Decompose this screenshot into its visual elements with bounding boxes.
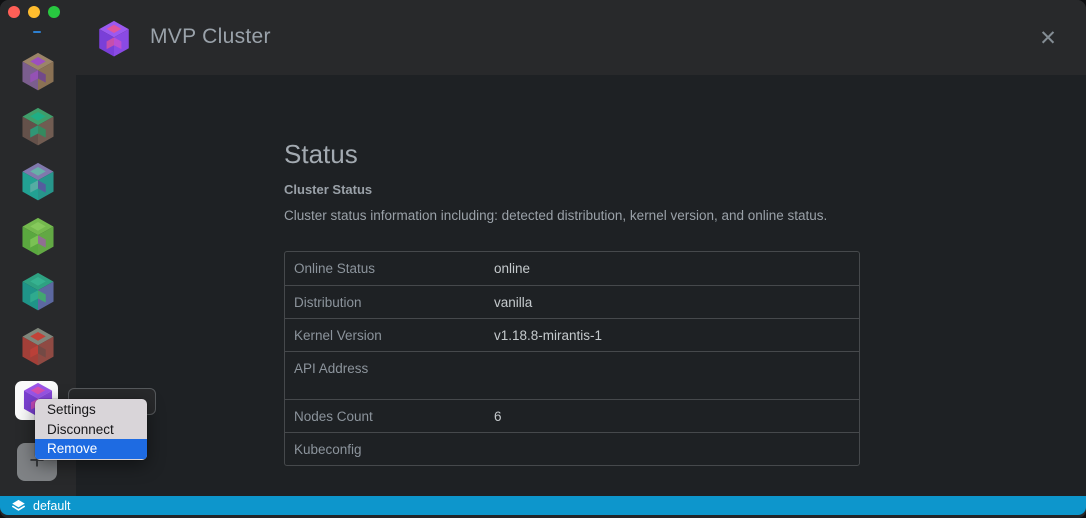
cluster-status-subheading: Cluster Status <box>284 182 372 197</box>
cluster-header: MVP Cluster ✕ <box>0 0 1086 75</box>
table-row-label: Kubeconfig <box>285 433 494 457</box>
active-namespace-label[interactable]: default <box>33 499 71 513</box>
sidebar-cluster-item[interactable] <box>18 107 58 149</box>
table-row-value <box>494 433 859 442</box>
cluster-status-description: Cluster status information including: de… <box>284 208 827 223</box>
sidebar-cluster-item[interactable] <box>18 52 58 94</box>
table-row: Nodes Count6 <box>285 399 859 432</box>
close-icon[interactable]: ✕ <box>1034 25 1062 53</box>
sidebar-cluster-item[interactable] <box>18 272 58 314</box>
layers-icon <box>11 498 26 513</box>
sidebar-cluster-item[interactable] <box>18 162 58 204</box>
status-bar: default <box>0 496 1086 515</box>
table-row-value: v1.18.8-mirantis-1 <box>494 319 859 343</box>
sidebar-cluster-item[interactable] <box>18 327 58 369</box>
table-row-label: Kernel Version <box>285 319 494 343</box>
cluster-context-menu: SettingsDisconnectRemove <box>35 399 147 460</box>
minimize-window-button[interactable] <box>28 6 40 18</box>
table-row-value: online <box>494 252 859 276</box>
table-row-label: Nodes Count <box>285 400 494 424</box>
table-row-label: Online Status <box>285 252 494 276</box>
table-row: Online Statusonline <box>285 252 859 285</box>
table-row-label: Distribution <box>285 286 494 310</box>
zoom-window-button[interactable] <box>48 6 60 18</box>
status-heading: Status <box>284 139 358 170</box>
cluster-cube-icon <box>96 20 132 60</box>
cluster-status-page: Status Cluster Status Cluster status inf… <box>76 75 1086 496</box>
table-row-value: 6 <box>494 400 859 424</box>
table-row: API Address <box>285 351 859 399</box>
table-row: Distributionvanilla <box>285 285 859 318</box>
table-row-label: API Address <box>285 352 494 376</box>
context-menu-item-remove[interactable]: Remove <box>35 439 147 459</box>
table-row: Kubeconfig <box>285 432 859 465</box>
traffic-lights <box>8 6 60 18</box>
cluster-status-table: Online StatusonlineDistributionvanillaKe… <box>284 251 860 466</box>
context-menu-item-settings[interactable]: Settings <box>35 400 147 420</box>
close-window-button[interactable] <box>8 6 20 18</box>
app-window: MVP Cluster ✕ + Status Cluster Status Cl… <box>0 0 1086 518</box>
sidebar-scroll-indicator <box>33 31 41 33</box>
table-row-value: vanilla <box>494 286 859 310</box>
context-menu-item-disconnect[interactable]: Disconnect <box>35 420 147 440</box>
sidebar-cluster-item[interactable] <box>18 217 58 259</box>
table-row-value <box>494 352 859 361</box>
table-row: Kernel Versionv1.18.8-mirantis-1 <box>285 318 859 351</box>
page-title: MVP Cluster <box>150 25 271 49</box>
